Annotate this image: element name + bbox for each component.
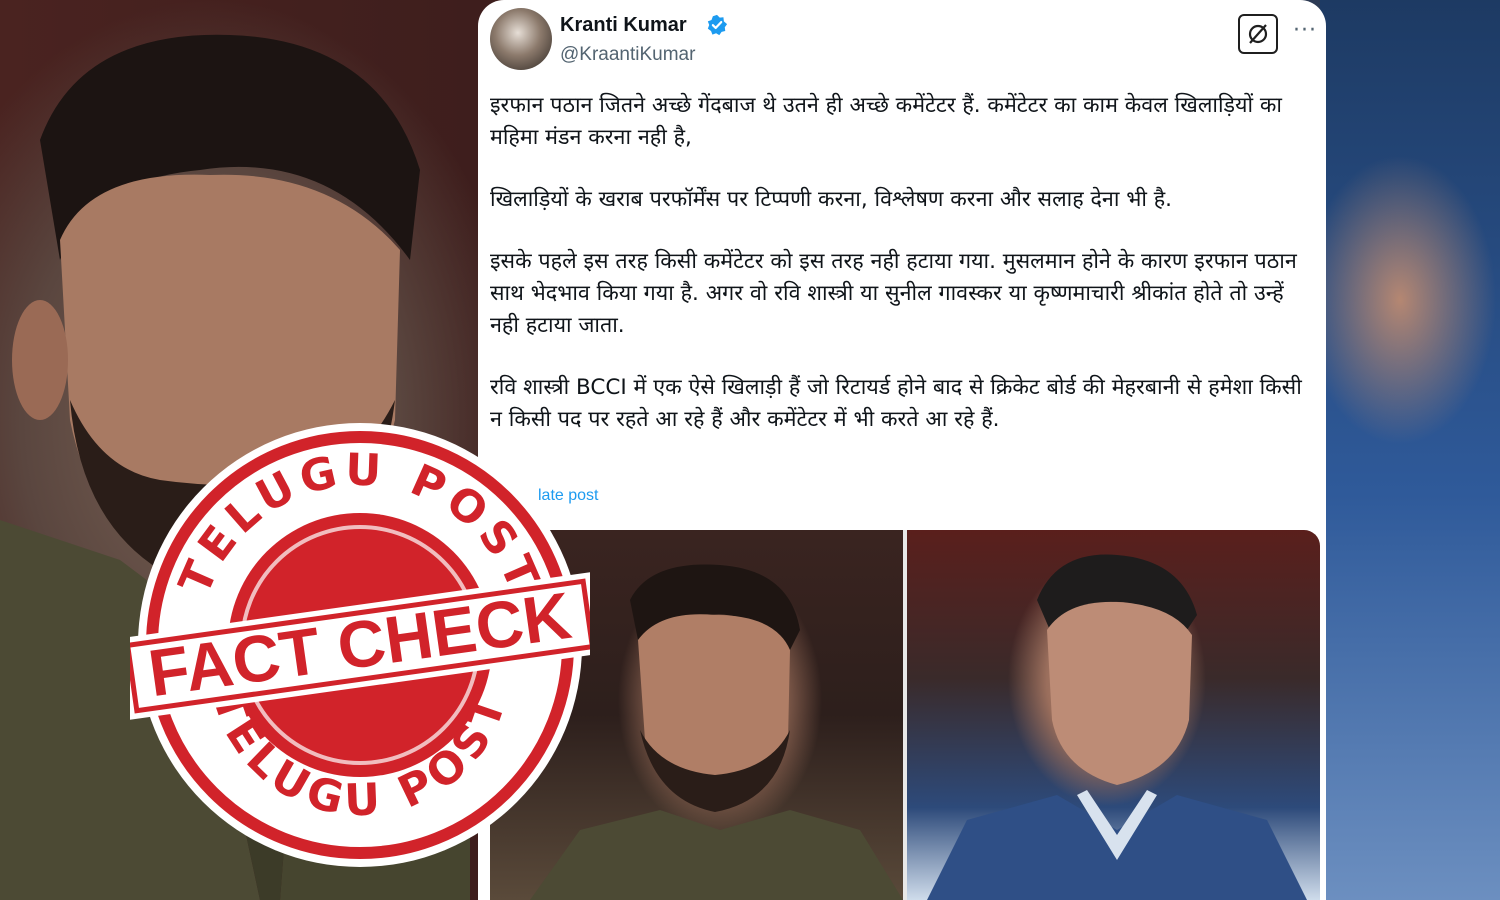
tweet-paragraph: इसके पहले इस तरह किसी कमेंटेटर को इस तरह… — [490, 249, 1297, 338]
tweet-paragraph: खिलाड़ियों के खराब परफॉर्मेंस पर टिप्पणी… — [490, 187, 1173, 212]
fact-check-stamp: TELUGU POST TELUGU POST FACT CHECK — [130, 423, 590, 867]
background-person-right — [1320, 0, 1500, 900]
author-handle[interactable]: @KraantiKumar — [560, 44, 695, 66]
x-logo-icon — [1248, 24, 1268, 44]
tweet-card: Kranti Kumar @KraantiKumar ··· इरफान पठा… — [478, 0, 1326, 900]
verified-badge-icon — [707, 14, 728, 36]
avatar[interactable] — [490, 8, 552, 70]
more-options-icon[interactable]: ··· — [1293, 18, 1317, 43]
x-logo-button[interactable] — [1238, 14, 1278, 54]
media-image-right[interactable] — [907, 530, 1320, 900]
tweet-paragraph: इरफान पठान जितने अच्छे गेंदबाज थे उतने ह… — [490, 93, 1282, 150]
author-name[interactable]: Kranti Kumar — [560, 14, 687, 37]
tweet-media[interactable] — [490, 530, 1320, 900]
tweet-body: इरफान पठान जितने अच्छे गेंदबाज थे उतने ह… — [490, 90, 1316, 466]
tweet-paragraph: रवि शास्त्री BCCI में एक ऐसे खिलाड़ी हैं… — [490, 375, 1302, 432]
media-person-right — [927, 554, 1307, 900]
